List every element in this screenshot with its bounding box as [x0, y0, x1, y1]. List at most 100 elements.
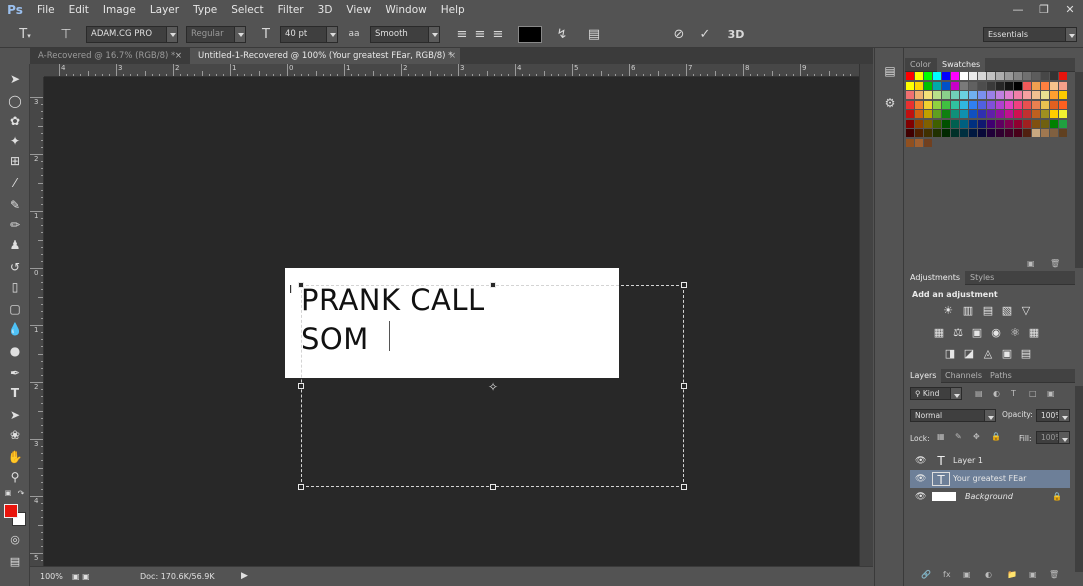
lasso-tool-icon[interactable]: ✿: [5, 112, 25, 130]
anti-alias-select[interactable]: Smooth: [370, 26, 440, 43]
color-swatch[interactable]: [933, 81, 941, 90]
ruler-origin[interactable]: [30, 64, 44, 77]
color-swatch[interactable]: [906, 72, 914, 80]
color-swatch[interactable]: [924, 81, 932, 90]
color-swatch[interactable]: [933, 100, 941, 109]
lock-image-icon[interactable]: ✎: [955, 432, 962, 441]
color-swatch[interactable]: [924, 72, 932, 80]
horizontal-ruler[interactable]: 4 3 2 1 0 1 2 3 4 5 6 7 8 9: [44, 64, 859, 77]
color-swatch[interactable]: [933, 119, 941, 128]
color-swatch[interactable]: [1050, 129, 1058, 137]
tab-layers[interactable]: Layers: [905, 369, 942, 383]
color-swatch[interactable]: [960, 100, 968, 109]
color-swatch[interactable]: [978, 72, 986, 80]
color-swatch[interactable]: [1032, 110, 1040, 118]
transform-handle[interactable]: [681, 383, 687, 389]
menu-select[interactable]: Select: [224, 0, 270, 20]
close-icon[interactable]: ✕: [1057, 0, 1083, 18]
color-swatch[interactable]: [915, 81, 923, 90]
color-swatch[interactable]: [1014, 110, 1022, 118]
black-white-icon[interactable]: ▣: [970, 327, 984, 339]
layer-name[interactable]: Layer 1: [953, 452, 983, 470]
layer-row-your-greatest-fear[interactable]: 👁 T Your greatest FEar: [910, 470, 1070, 488]
screen-mode-icon[interactable]: ▤: [5, 552, 25, 570]
color-swatch[interactable]: [1041, 110, 1049, 118]
lock-all-icon[interactable]: 🔒: [991, 432, 1001, 441]
3d-button[interactable]: 3D: [724, 26, 748, 43]
layers-scrollbar[interactable]: [1075, 386, 1083, 572]
color-swatch[interactable]: [915, 72, 923, 80]
transform-handle[interactable]: [490, 282, 496, 288]
color-swatch[interactable]: [942, 100, 950, 109]
align-left-icon[interactable]: ≡: [454, 26, 470, 43]
visibility-eye-icon[interactable]: 👁: [915, 470, 926, 488]
elliptical-marquee-icon[interactable]: ◯: [5, 92, 25, 110]
lock-transparent-icon[interactable]: ▦: [937, 432, 945, 441]
tab-channels[interactable]: Channels: [940, 369, 987, 383]
eyedropper-icon[interactable]: ⁄: [5, 174, 25, 192]
color-swatch[interactable]: [1014, 81, 1022, 90]
magic-wand-icon[interactable]: ✦: [5, 132, 25, 150]
move-tool-icon[interactable]: ➤: [5, 70, 25, 88]
transform-handle[interactable]: [298, 484, 304, 490]
color-swatch[interactable]: [951, 100, 959, 109]
color-swatch[interactable]: [933, 129, 941, 137]
selective-color-icon[interactable]: ▣: [1000, 348, 1014, 360]
color-swatch[interactable]: [951, 91, 959, 99]
new-group-icon[interactable]: 📁: [1007, 570, 1017, 579]
blur-tool-icon[interactable]: 💧: [5, 320, 25, 338]
color-swatch[interactable]: [978, 91, 986, 99]
color-swatch[interactable]: [1041, 119, 1049, 128]
hue-saturation-icon[interactable]: ▦: [932, 327, 946, 339]
color-swatch[interactable]: [933, 91, 941, 99]
color-swatch[interactable]: [960, 81, 968, 90]
character-panel-icon[interactable]: ▤: [584, 26, 604, 43]
history-brush-icon[interactable]: ↺: [5, 258, 25, 276]
color-swatch[interactable]: [978, 119, 986, 128]
exposure-icon[interactable]: ▧: [1000, 305, 1014, 317]
color-swatch[interactable]: [969, 91, 977, 99]
quick-mask-icon[interactable]: ◎: [5, 530, 25, 548]
color-swatch[interactable]: [942, 110, 950, 118]
fx-icon[interactable]: fx: [943, 570, 951, 579]
color-swatch[interactable]: [1005, 100, 1013, 109]
text-color-swatch[interactable]: [518, 26, 542, 43]
tab-paths[interactable]: Paths: [985, 369, 1017, 383]
color-swatch[interactable]: [996, 100, 1004, 109]
menu-type[interactable]: Type: [186, 0, 224, 20]
gradient-map-icon[interactable]: ▤: [1019, 348, 1033, 360]
color-swatch[interactable]: [1059, 110, 1067, 118]
tab-a-recovered[interactable]: A-Recovered @ 16.7% (RGB/8) * ×: [30, 48, 186, 64]
color-swatch[interactable]: [1059, 129, 1067, 137]
color-swatch[interactable]: [987, 119, 995, 128]
color-swatch[interactable]: [915, 138, 923, 147]
menu-window[interactable]: Window: [378, 0, 433, 20]
color-swatch[interactable]: [1005, 119, 1013, 128]
warp-text-icon[interactable]: ↯: [552, 26, 572, 43]
filter-pixel-icon[interactable]: ▤: [975, 389, 983, 398]
color-swatch[interactable]: [960, 72, 968, 80]
color-swatch[interactable]: [987, 110, 995, 118]
font-family-select[interactable]: ADAM.CG PRO: [86, 26, 178, 43]
menu-edit[interactable]: Edit: [62, 0, 96, 20]
color-swatch[interactable]: [1023, 72, 1031, 80]
color-swatch[interactable]: [987, 129, 995, 137]
transform-handle[interactable]: [298, 282, 304, 288]
color-swatch[interactable]: [1005, 91, 1013, 99]
color-swatch[interactable]: [1032, 100, 1040, 109]
color-swatch[interactable]: [969, 129, 977, 137]
status-menu-arrow-icon[interactable]: ▶: [241, 571, 248, 581]
color-swatch[interactable]: [951, 110, 959, 118]
channel-mixer-icon[interactable]: ⚛: [1008, 327, 1022, 339]
default-colors-icon[interactable]: ▣: [3, 488, 13, 498]
color-swatch[interactable]: [1050, 119, 1058, 128]
color-swatch[interactable]: [1050, 91, 1058, 99]
delete-swatch-icon[interactable]: 🗑: [1050, 259, 1060, 268]
filter-smart-object-icon[interactable]: ▣: [1047, 389, 1055, 398]
transform-handle[interactable]: [681, 282, 687, 288]
delete-layer-icon[interactable]: 🗑: [1049, 570, 1059, 579]
color-swatch[interactable]: [906, 81, 914, 90]
pen-tool-icon[interactable]: ✒: [5, 364, 25, 382]
color-swatch[interactable]: [987, 81, 995, 90]
type-tool-preset-icon[interactable]: T▾: [14, 26, 36, 43]
